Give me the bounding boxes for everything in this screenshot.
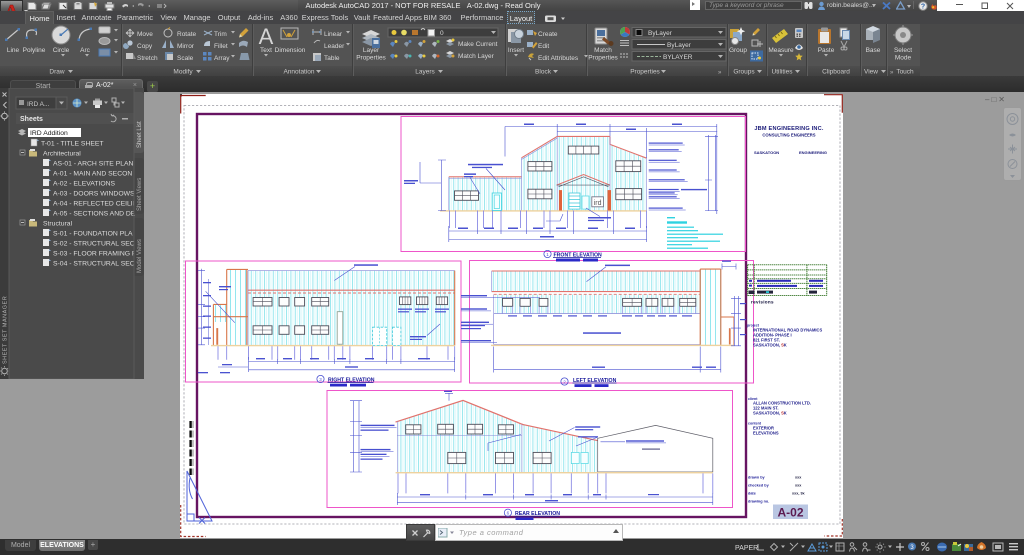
svg-text:CONSULTING ENGINEERS: CONSULTING ENGINEERS (762, 133, 815, 138)
svg-text:Clipboard: Clipboard (822, 69, 850, 76)
svg-text:ByLayer: ByLayer (667, 42, 692, 49)
svg-text:Create: Create (538, 31, 558, 38)
svg-text:Dimension: Dimension (275, 47, 306, 54)
svg-text:View: View (864, 69, 878, 76)
svg-text:Block: Block (535, 69, 552, 76)
svg-text:Rotate: Rotate (177, 31, 197, 38)
svg-text:A-05 - SECTIONS AND DE: A-05 - SECTIONS AND DE (53, 211, 136, 218)
svg-text:xxx: xxx (795, 484, 802, 488)
svg-text:A-04 - REFLECTED CEILIN: A-04 - REFLECTED CEILIN (53, 201, 138, 208)
svg-text:A-03 - DOORS WINDOWS: A-03 - DOORS WINDOWS (53, 191, 135, 198)
svg-text:Mirror: Mirror (177, 43, 195, 50)
svg-text:Architectural: Architectural (43, 151, 81, 158)
svg-text:A-01 - MAIN AND SECON: A-01 - MAIN AND SECON (53, 171, 132, 178)
svg-text:SASKATOON, SK: SASKATOON, SK (753, 343, 787, 348)
svg-text:Mode: Mode (895, 55, 912, 62)
svg-text:0: 0 (440, 30, 444, 37)
svg-text:Match Layer: Match Layer (458, 53, 495, 60)
svg-text:Touch: Touch (896, 69, 914, 76)
svg-text:Insert: Insert (508, 47, 524, 54)
svg-text:S-02 - STRUCTURAL SECT: S-02 - STRUCTURAL SECT (53, 241, 139, 248)
svg-text:A: A (259, 24, 274, 49)
svg-text:Draw: Draw (49, 69, 64, 76)
svg-text:Sheet List: Sheet List (137, 121, 143, 148)
svg-text:AS-01 - ARCH SITE PLAN: AS-01 - ARCH SITE PLAN (53, 161, 134, 168)
svg-text:Leader: Leader (324, 43, 345, 50)
svg-text:Text: Text (260, 47, 272, 54)
svg-text:Paste: Paste (818, 47, 835, 54)
svg-text:Group: Group (729, 47, 747, 54)
svg-text:S-01 - FOUNDATION PLA: S-01 - FOUNDATION PLA (53, 231, 133, 238)
svg-text:Move: Move (137, 31, 153, 38)
svg-text:Make Current: Make Current (458, 41, 498, 48)
svg-text:Arc: Arc (80, 47, 91, 54)
svg-text:ELEVATIONS: ELEVATIONS (753, 431, 779, 436)
svg-text:SHEET SET MANAGER: SHEET SET MANAGER (3, 296, 9, 364)
svg-text:T-01 - TITLE SHEET: T-01 - TITLE SHEET (41, 141, 104, 148)
svg-text:A-02: A-02 (777, 506, 803, 520)
svg-text:Array: Array (214, 55, 230, 62)
svg-text:Trim: Trim (214, 31, 227, 38)
svg-text:Edit: Edit (538, 43, 549, 50)
svg-text:Sheets: Sheets (20, 116, 43, 123)
svg-text:JBM ENGINEERING INC.: JBM ENGINEERING INC. (754, 126, 824, 132)
svg-text:Annotation: Annotation (283, 69, 314, 76)
svg-text:Measure: Measure (768, 47, 794, 54)
svg-text:Select: Select (894, 47, 912, 54)
svg-text:Line: Line (7, 47, 20, 54)
svg-text:Utilities: Utilities (772, 69, 794, 76)
svg-text:ENGINEERING: ENGINEERING (799, 150, 827, 155)
svg-text:Model Views: Model Views (137, 239, 143, 273)
svg-text:Copy: Copy (137, 43, 153, 50)
svg-text:Table: Table (324, 55, 340, 62)
svg-text:S-04 - STRUCTURAL SECT: S-04 - STRUCTURAL SECT (53, 261, 139, 268)
svg-text:Layers: Layers (415, 69, 435, 76)
svg-text:revisions: revisions (751, 300, 774, 305)
svg-text:Modify: Modify (173, 69, 193, 76)
svg-text:Polyline: Polyline (23, 47, 46, 54)
svg-text:Linear: Linear (324, 31, 343, 38)
svg-text:?: ? (921, 3, 925, 10)
svg-text:Groups: Groups (733, 69, 755, 76)
svg-text:S-03 - FLOOR FRAMING P: S-03 - FLOOR FRAMING P (53, 251, 137, 258)
svg-text:Circle: Circle (53, 47, 70, 54)
svg-text:IRD Addition: IRD Addition (30, 130, 68, 137)
svg-text:SASKATOON: SASKATOON (754, 150, 779, 155)
svg-text:Base: Base (866, 47, 881, 54)
svg-text:checked by: checked by (748, 484, 770, 488)
svg-text:Scale: Scale (177, 55, 194, 62)
svg-text:Properties: Properties (356, 55, 386, 62)
svg-text:BYLAYER: BYLAYER (663, 54, 693, 61)
svg-text:Match: Match (594, 47, 612, 54)
svg-text:ird: ird (594, 200, 602, 207)
svg-text:Properties: Properties (588, 55, 618, 62)
svg-text:Stretch: Stretch (137, 55, 158, 62)
svg-text:Layer: Layer (363, 47, 380, 54)
svg-text:A-02 - ELEVATIONS: A-02 - ELEVATIONS (53, 181, 116, 188)
svg-text:Fillet: Fillet (214, 43, 228, 50)
svg-text:ByLayer: ByLayer (648, 30, 673, 37)
svg-text:SASKATOON, SK: SASKATOON, SK (753, 411, 787, 416)
svg-text:Structural: Structural (43, 221, 73, 228)
svg-text:Properties: Properties (630, 69, 660, 76)
svg-text:xxx: xxx (795, 476, 802, 480)
svg-text:IRD A...: IRD A... (27, 101, 50, 108)
svg-text:date: date (748, 492, 756, 496)
svg-text:xxx, 9x: xxx, 9x (792, 492, 806, 496)
svg-text:drawing no.: drawing no. (748, 500, 769, 504)
svg-text:Sheet Views: Sheet Views (137, 178, 143, 211)
svg-text:Edit Attributes: Edit Attributes (538, 55, 579, 62)
svg-text:PAPER: PAPER (735, 545, 758, 552)
svg-text:drawn by: drawn by (748, 476, 766, 480)
